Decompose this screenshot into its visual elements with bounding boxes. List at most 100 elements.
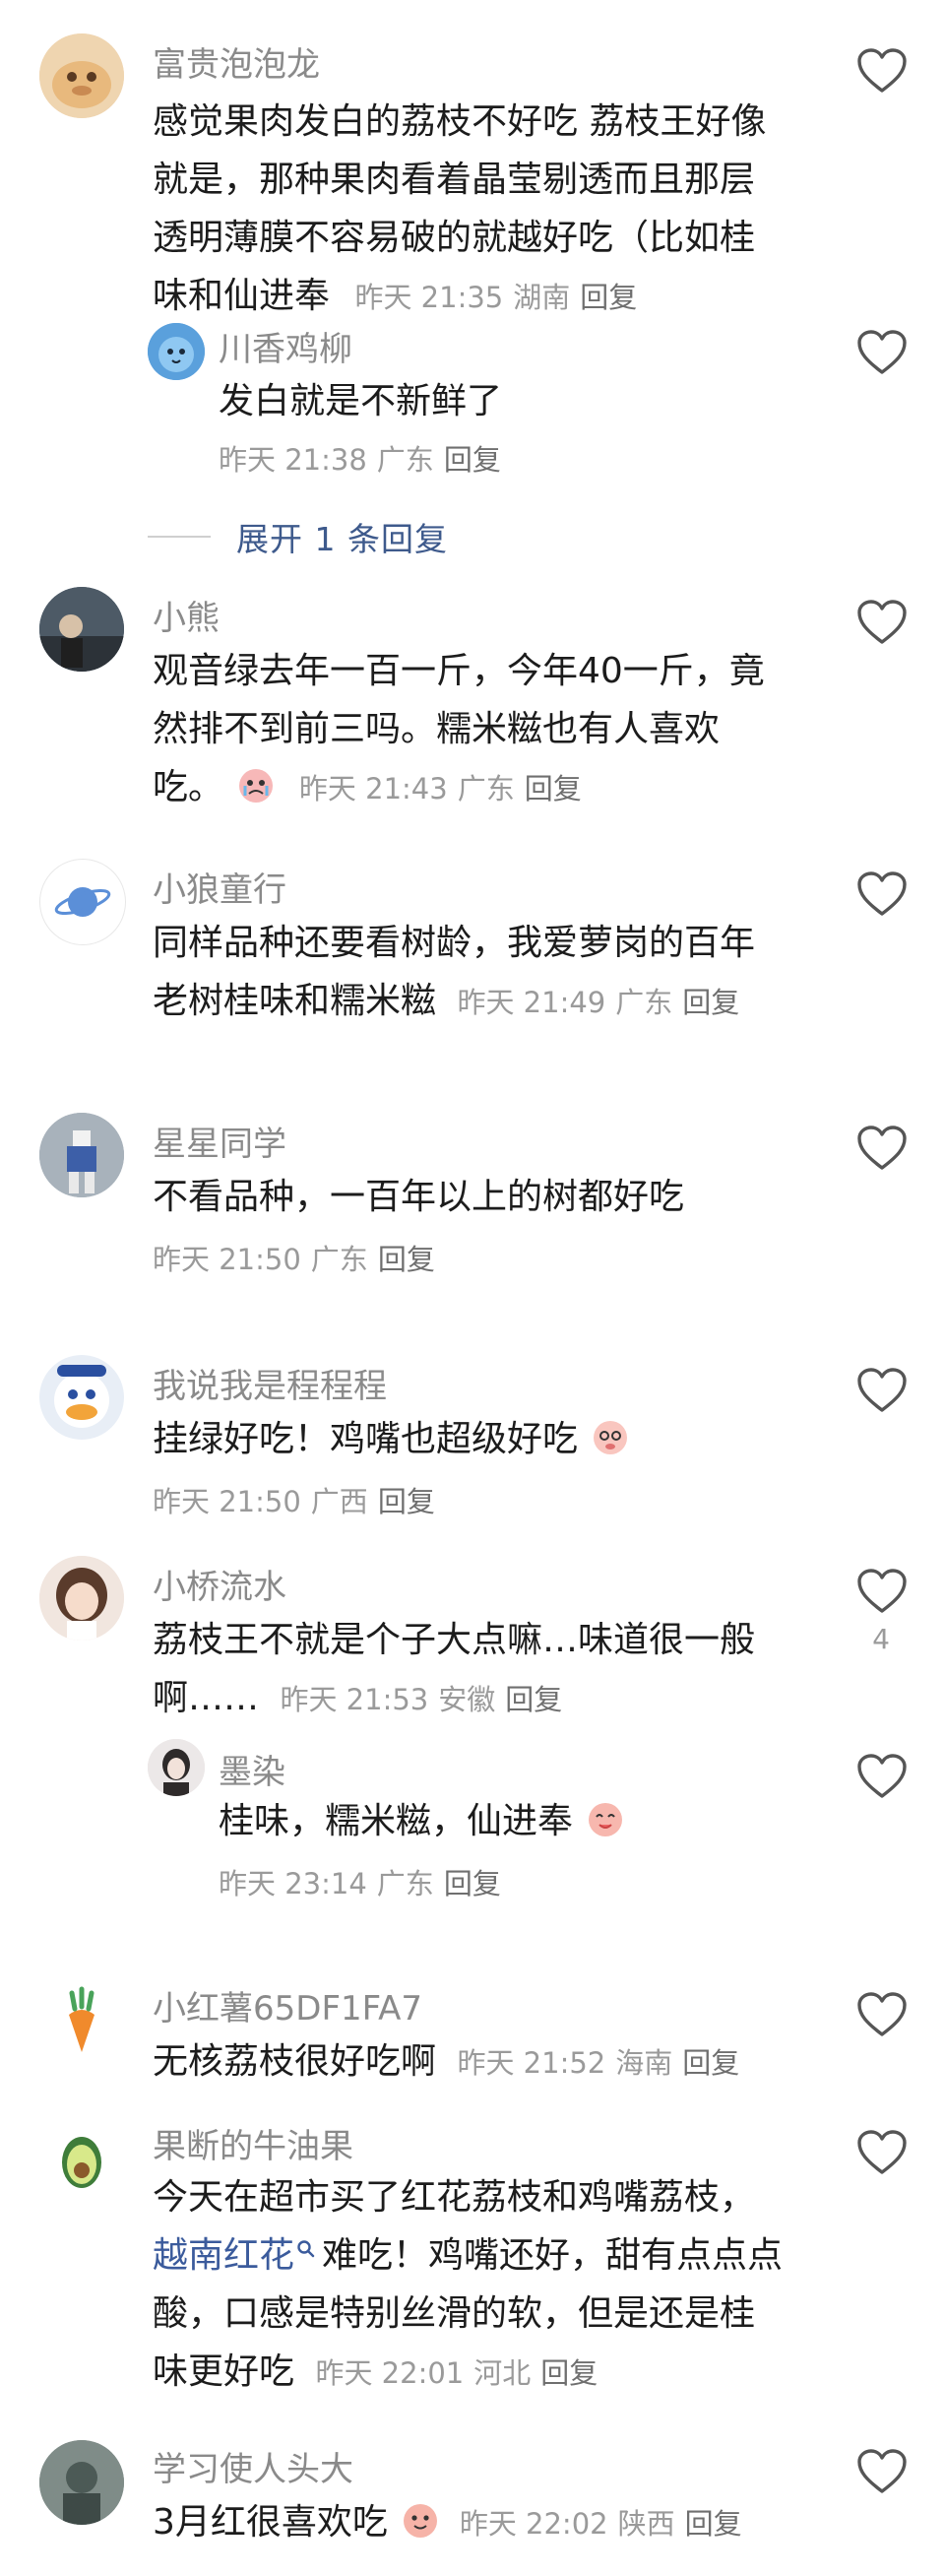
username[interactable]: 小狼童行 <box>153 863 286 911</box>
comment-line: 感觉果肉发白的荔枝不好吃 荔枝王好像 <box>153 101 767 142</box>
username[interactable]: 富贵泡泡龙 <box>153 37 320 86</box>
reply-button[interactable]: 回复 <box>682 2046 739 2080</box>
like-heart-icon[interactable] <box>856 1367 908 1414</box>
comment-line: 透明薄膜不容易破的就越好吃（比如桂 <box>153 218 756 258</box>
location: 陕西 <box>617 2507 675 2541</box>
location: 广东 <box>457 772 515 805</box>
like-heart-icon[interactable] <box>856 1568 908 1615</box>
location: 河北 <box>473 2356 532 2390</box>
reply-button[interactable]: 回复 <box>505 1683 562 1716</box>
username[interactable]: 小红薯65DF1FA7 <box>153 1981 422 2029</box>
location: 广东 <box>376 1867 434 1900</box>
like-heart-icon[interactable] <box>856 1991 908 2038</box>
dragon-avatar-icon <box>39 33 124 118</box>
reply-button[interactable]: 回复 <box>540 2356 598 2390</box>
like-heart-icon[interactable] <box>856 1753 908 1800</box>
comment-line: 老树桂味和糯米糍 <box>153 981 437 1021</box>
topic-link[interactable]: 越南红花 <box>153 2235 294 2276</box>
blush-emoji-icon <box>594 1421 628 1454</box>
timestamp: 昨天 22:02 <box>459 2507 608 2541</box>
comment-text: 挂绿好吃！鸡嘴也超级好吃 <box>153 1410 822 1468</box>
comment-text: 同样品种还要看树龄，我爱萝岗的百年 老树桂味和糯米糍 昨天 21:49 广东 回复 <box>153 914 822 1032</box>
reply-button[interactable]: 回复 <box>444 1867 501 1900</box>
comment-line: 观音绿去年一百一斤，今年40一斤，竟 <box>153 651 765 691</box>
comment-line: 酸，口感是特别丝滑的软，但是还是桂 <box>153 2293 756 2334</box>
avatar[interactable] <box>148 1739 205 1796</box>
comment-text: 3月红很喜欢吃 昨天 22:02 陕西 回复 <box>153 2493 842 2553</box>
avatar[interactable] <box>39 2440 124 2525</box>
timestamp: 昨天 21:50 <box>153 1485 301 1518</box>
comment-line: 今天在超市买了红花荔枝和鸡嘴荔枝， <box>153 2177 756 2218</box>
reply-button[interactable]: 回复 <box>580 281 637 314</box>
expand-replies-label: 展开 1 条回复 <box>236 520 448 558</box>
reply-button[interactable]: 回复 <box>378 1243 435 1276</box>
comment-line: 味更好吃 <box>153 2351 295 2392</box>
reply-button[interactable]: 回复 <box>685 2507 742 2541</box>
smile-emoji-icon <box>404 2504 438 2538</box>
location: 湖南 <box>513 281 571 314</box>
avatar[interactable] <box>39 859 126 945</box>
username[interactable]: 川香鸡柳 <box>219 322 352 370</box>
comment-text: 荔枝王不就是个子大点嘛…味道很一般 啊…… 昨天 21:53 安徽 回复 <box>153 1611 822 1729</box>
timestamp: 昨天 21:53 <box>280 1683 429 1716</box>
avatar[interactable] <box>39 2117 124 2202</box>
avatar[interactable] <box>148 323 205 380</box>
duck-avatar-icon <box>39 1355 124 1440</box>
username[interactable]: 果断的牛油果 <box>153 2119 353 2167</box>
comment-line: 吃。 <box>153 767 224 807</box>
comment-text: 感觉果肉发白的荔枝不好吃 荔枝王好像 就是，那种果肉看着晶莹剔透而且那层 透明薄… <box>153 93 822 327</box>
avatar[interactable] <box>39 1979 124 2064</box>
comment-line: 桂味，糯米糍，仙进奉 <box>219 1801 574 1841</box>
like-heart-icon[interactable] <box>856 1125 908 1172</box>
avocado-icon <box>62 2137 101 2188</box>
timestamp: 昨天 21:38 <box>219 443 367 477</box>
reply-button[interactable]: 回复 <box>525 772 582 805</box>
expand-replies-button[interactable]: 展开 1 条回复 <box>148 512 448 561</box>
photo-avatar-icon <box>39 587 124 672</box>
comment-line: 同样品种还要看树龄，我爱萝岗的百年 <box>153 923 756 963</box>
location: 安徽 <box>438 1683 496 1716</box>
avatar[interactable] <box>39 1556 124 1641</box>
robot-avatar-icon <box>39 1113 124 1197</box>
comment-text: 观音绿去年一百一斤，今年40一斤，竟 然排不到前三吗。糯米糍也有人喜欢 吃。 昨… <box>153 642 822 818</box>
avatar[interactable] <box>39 587 124 672</box>
username[interactable]: 墨染 <box>219 1745 285 1793</box>
avatar[interactable] <box>39 33 124 118</box>
search-icon <box>297 2240 315 2258</box>
timestamp: 昨天 21:43 <box>298 772 448 805</box>
location: 海南 <box>615 2046 673 2080</box>
username[interactable]: 学习使人头大 <box>153 2442 353 2490</box>
like-heart-icon[interactable] <box>856 2129 908 2176</box>
comment-text: 不看品种，一百年以上的树都好吃 <box>153 1177 685 1217</box>
location: 广西 <box>310 1485 368 1518</box>
comment-line: 就是，那种果肉看着晶莹剔透而且那层 <box>153 160 756 200</box>
like-heart-icon[interactable] <box>856 2448 908 2495</box>
comment-text: 发白就是不新鲜了 <box>219 381 503 421</box>
comment-line: 无核荔枝很好吃啊 <box>153 2041 437 2082</box>
comment-meta: 昨天 21:43 广东 回复 <box>299 772 582 805</box>
username[interactable]: 星星同学 <box>153 1117 286 1165</box>
username[interactable]: 我说我是程程程 <box>153 1359 387 1407</box>
comment-meta: 昨天 21:50 广西 回复 <box>153 1479 435 1520</box>
timestamp: 昨天 21:49 <box>457 986 606 1019</box>
like-heart-icon[interactable] <box>856 329 908 376</box>
comment-meta: 昨天 23:14 广东 回复 <box>219 1861 501 1902</box>
username[interactable]: 小熊 <box>153 591 220 639</box>
avatar[interactable] <box>39 1113 124 1197</box>
photo-avatar-icon <box>39 2440 124 2525</box>
comment-line: 啊…… <box>153 1678 260 1718</box>
like-heart-icon[interactable] <box>856 870 908 918</box>
comment-meta: 昨天 21:52 海南 回复 <box>457 2046 739 2080</box>
reply-button[interactable]: 回复 <box>682 986 739 1019</box>
carrot-icon <box>69 1986 94 2052</box>
reply-button[interactable]: 回复 <box>378 1485 435 1518</box>
username[interactable]: 小桥流水 <box>153 1560 286 1608</box>
happy-emoji-icon <box>589 1803 623 1836</box>
like-heart-icon[interactable] <box>856 47 908 95</box>
timestamp: 昨天 22:01 <box>315 2356 465 2390</box>
comment-line: 荔枝王不就是个子大点嘛…味道很一般 <box>153 1620 756 1660</box>
avatar[interactable] <box>39 1355 124 1440</box>
like-heart-icon[interactable] <box>856 599 908 646</box>
reply-button[interactable]: 回复 <box>444 443 501 477</box>
timestamp: 昨天 21:52 <box>457 2046 606 2080</box>
